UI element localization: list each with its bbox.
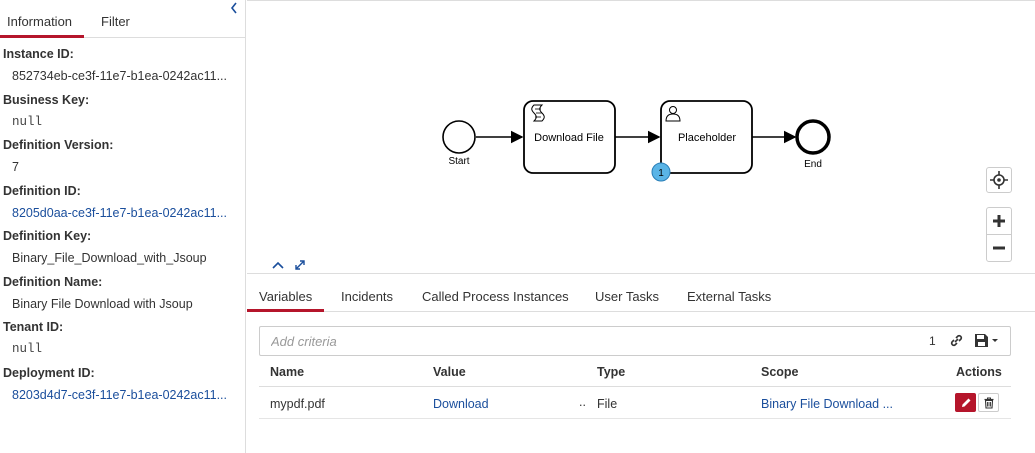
tenant-id-value: null <box>12 342 43 356</box>
save-criteria-dropdown[interactable] <box>974 333 1002 348</box>
collapse-sidebar-icon[interactable] <box>227 0 241 16</box>
start-label: Start <box>448 156 469 167</box>
variable-name: mypdf.pdf <box>270 397 325 411</box>
scope-link[interactable]: Binary File Download ... <box>761 397 893 411</box>
info-business-key: Business Key: null <box>0 93 245 139</box>
info-tenant-id: Tenant ID: null <box>0 320 245 366</box>
task-label: Placeholder <box>678 132 736 144</box>
expand-icon <box>295 260 305 270</box>
start-event[interactable] <box>442 120 476 154</box>
column-type[interactable]: Type <box>597 365 625 379</box>
details-tabs: Variables Incidents Called Process Insta… <box>247 275 1035 312</box>
caret-down-icon <box>992 339 998 342</box>
column-scope[interactable]: Scope <box>761 365 799 379</box>
minus-icon <box>993 246 1005 249</box>
info-label: Definition Name: <box>3 274 103 289</box>
info-deployment-id: Deployment ID: 8203d4d7-ce3f-11e7-b1ea-0… <box>0 366 245 412</box>
details-panel: Variables Incidents Called Process Insta… <box>247 275 1035 453</box>
end-label: End <box>804 159 822 170</box>
tab-external-tasks[interactable]: External Tasks <box>687 275 771 312</box>
instance-id-value: 852734eb-ce3f-11e7-b1ea-0242ac11... <box>12 69 227 83</box>
edit-variable-button[interactable] <box>955 393 976 412</box>
info-label: Definition Key: <box>3 229 92 243</box>
definition-version-value: 7 <box>12 160 19 174</box>
definition-name-value: Binary File Download with Jsoup <box>12 296 193 311</box>
pencil-icon <box>961 398 970 407</box>
save-icon <box>975 334 988 347</box>
tab-variables[interactable]: Variables <box>247 275 324 312</box>
value-overflow-dots: .. <box>579 395 586 409</box>
expand-diagram-button[interactable] <box>292 257 308 273</box>
variable-type: File <box>597 397 618 411</box>
definition-key-value: Binary_File_Download_with_Jsoup <box>12 251 207 265</box>
table-row: mypdf.pdf Download .. File Binary File D… <box>259 387 1011 419</box>
end-event[interactable] <box>795 119 831 155</box>
tab-called-process-instances[interactable]: Called Process Instances <box>422 275 569 312</box>
sidebar-tabs: Information Filter <box>0 0 245 38</box>
zoom-out-button[interactable] <box>987 234 1011 260</box>
info-label: Business Key: <box>3 92 90 107</box>
search-result-count: 1 <box>929 334 936 348</box>
column-value[interactable]: Value <box>433 365 466 379</box>
zoom-in-button[interactable] <box>987 208 1011 234</box>
deployment-id-link[interactable]: 8203d4d7-ce3f-11e7-b1ea-0242ac11... <box>3 388 239 403</box>
variable-search-bar: 1 <box>259 326 1011 356</box>
business-key-value: null <box>12 114 43 129</box>
search-input[interactable] <box>260 327 900 355</box>
collapse-diagram-button[interactable] <box>270 257 286 273</box>
link-icon[interactable] <box>949 333 964 348</box>
instance-info-list: Instance ID: 852734eb-ce3f-11e7-b1ea-024… <box>0 38 245 411</box>
info-label: Deployment ID: <box>3 365 95 380</box>
column-name[interactable]: Name <box>270 365 304 379</box>
info-instance-id: Instance ID: 852734eb-ce3f-11e7-b1ea-024… <box>0 47 245 93</box>
crosshair-icon <box>990 171 1008 189</box>
info-label: Definition Version: <box>3 138 114 152</box>
info-definition-name: Definition Name: Binary File Download wi… <box>0 275 245 321</box>
tab-filter[interactable]: Filter <box>101 0 130 38</box>
chevron-up-icon <box>272 261 284 269</box>
tab-user-tasks[interactable]: User Tasks <box>595 275 659 312</box>
bpmn-diagram[interactable]: Start Download File Placeholder 1 End <box>247 0 1035 274</box>
info-label: Instance ID: <box>3 47 74 61</box>
zoom-controls <box>986 207 1012 262</box>
bpmn-canvas: Start Download File Placeholder 1 End <box>442 100 831 182</box>
plus-icon <box>993 215 1005 227</box>
info-label: Definition ID: <box>3 183 81 198</box>
column-actions: Actions <box>956 365 1002 379</box>
info-definition-version: Definition Version: 7 <box>0 138 245 184</box>
reset-zoom-button[interactable] <box>986 167 1012 193</box>
delete-variable-button[interactable] <box>978 393 999 412</box>
badge-count: 1 <box>658 168 664 179</box>
tab-incidents[interactable]: Incidents <box>341 275 393 312</box>
task-label: Download File <box>534 132 604 144</box>
definition-id-link[interactable]: 8205d0aa-ce3f-11e7-b1ea-0242ac11... <box>3 206 239 221</box>
download-link[interactable]: Download <box>433 397 489 411</box>
table-header: Name Value Type Scope Actions <box>259 359 1011 387</box>
sidebar: Information Filter Instance ID: 852734eb… <box>0 0 246 453</box>
variables-table: Name Value Type Scope Actions mypdf.pdf … <box>259 359 1011 419</box>
tab-information[interactable]: Information <box>0 0 84 38</box>
info-definition-key: Definition Key: Binary_File_Download_wit… <box>0 229 245 275</box>
trash-icon <box>984 397 993 409</box>
info-definition-id: Definition ID: 8205d0aa-ce3f-11e7-b1ea-0… <box>0 184 245 230</box>
info-label: Tenant ID: <box>3 320 64 334</box>
